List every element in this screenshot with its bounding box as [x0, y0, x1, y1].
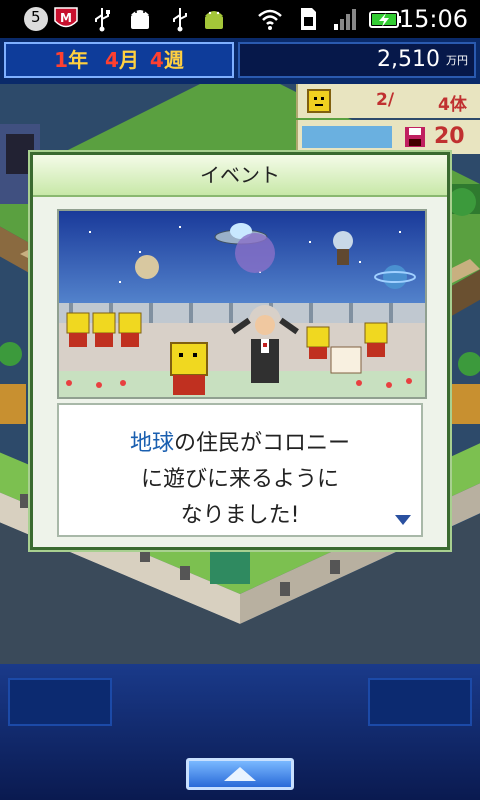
message-line-3: なりました! [180, 503, 300, 528]
save-count-panel[interactable]: 20 [296, 120, 480, 154]
right-menu-button[interactable] [368, 678, 472, 726]
clock-time: 15:06 [398, 5, 468, 33]
date-display: 1年 4月 4週 [6, 44, 232, 76]
message-line-1: 地球の住民がコロニー [59, 425, 421, 457]
month-number: 4 [105, 48, 119, 72]
message-line-1-text: の住民がコロニー [174, 431, 351, 456]
wifi-icon [258, 9, 282, 30]
usb-icon [173, 8, 187, 32]
message-highlight: 地球 [129, 431, 174, 456]
mcafee-icon: M [54, 7, 78, 28]
android-icon [205, 11, 223, 29]
notification-count: 5 [31, 8, 41, 26]
sim-icon [301, 8, 316, 30]
message-line-2: に遊びに来るように [140, 467, 339, 492]
signal-icon [334, 9, 356, 30]
stat-bar [302, 126, 392, 148]
floppy-disk-icon [405, 127, 425, 147]
status-bar: 5 M 15:06 [0, 0, 480, 38]
money-amount: 2,510 [377, 47, 440, 72]
year-number: 1 [54, 48, 69, 72]
resident-icon [307, 89, 331, 113]
android-debug-icon [131, 10, 149, 29]
left-menu-button[interactable] [8, 678, 112, 726]
week-number: 4 [149, 48, 164, 72]
date-panel[interactable]: 1年 4月 4週 [4, 42, 234, 78]
event-dialog[interactable]: イベント 地球の住民がコロニー に遊びに来るように なりました! [30, 152, 450, 550]
event-scene-image [59, 211, 425, 397]
event-illustration [57, 209, 427, 399]
save-count: 20 [434, 124, 465, 149]
svg-text:M: M [60, 11, 72, 25]
month-unit: 月 [118, 48, 139, 72]
resident-total: 4体 [438, 95, 467, 115]
bottom-toolbar [0, 664, 480, 800]
continue-arrow-icon [395, 515, 411, 525]
money-panel[interactable]: 2,510 万円 [238, 42, 476, 78]
game-hud: 1年 4月 4週 2,510 万円 [0, 38, 480, 84]
usb-icon [95, 8, 110, 32]
resident-count-panel[interactable]: 2/ 4体 [296, 84, 480, 118]
open-menu-button[interactable] [186, 758, 294, 790]
chevron-up-icon [224, 767, 256, 781]
week-unit: 週 [163, 48, 184, 72]
money-unit: 万円 [446, 54, 468, 67]
dialog-title: イベント [33, 155, 447, 197]
event-message-box[interactable]: 地球の住民がコロニー に遊びに来るように なりました! [57, 403, 423, 537]
year-unit: 年 [68, 48, 89, 72]
resident-count: 2/ [376, 90, 395, 110]
